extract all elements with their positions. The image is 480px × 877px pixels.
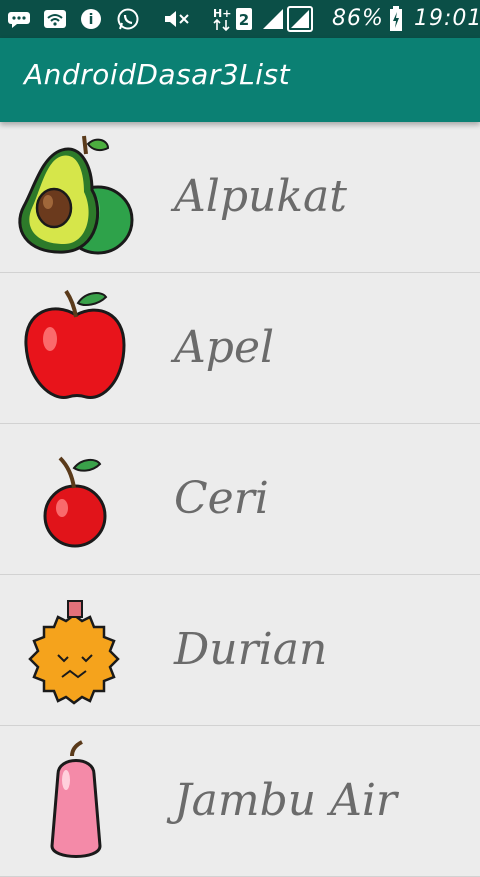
app-title: AndroidDasar3List — [24, 58, 291, 91]
svg-text:i: i — [89, 12, 94, 28]
wifi-icon — [42, 0, 68, 38]
sim2-icon: 2 — [234, 0, 254, 38]
list-item-label: Jambu Air — [174, 775, 397, 826]
mute-icon — [160, 0, 194, 38]
list-item-label: Apel — [174, 322, 275, 373]
list-item[interactable]: Ceri — [0, 424, 480, 575]
messages-icon — [6, 0, 32, 38]
clock: 19:01 — [414, 6, 480, 31]
fruit-list[interactable]: Alpukat Apel Ceri Durian Jambu Air — [0, 122, 480, 877]
list-item[interactable]: Apel — [0, 273, 480, 424]
list-item-label: Ceri — [174, 473, 269, 524]
signal-icon — [260, 0, 286, 38]
battery-percentage: 86% — [332, 6, 384, 31]
durian-icon — [12, 585, 142, 715]
status-bar: i H+ 2 86% 19:01 — [0, 0, 480, 38]
list-item[interactable]: Alpukat — [0, 122, 480, 273]
app-bar: AndroidDasar3List — [0, 38, 480, 122]
network-icon: H+ — [212, 0, 232, 38]
list-item-label: Durian — [174, 624, 328, 675]
signal-icon — [286, 0, 314, 38]
rose-apple-icon — [12, 736, 142, 866]
sim-slot-text: 2 — [239, 11, 249, 29]
list-item[interactable]: Durian — [0, 575, 480, 726]
network-type-text: H+ — [213, 7, 231, 20]
list-item-label: Alpukat — [174, 171, 347, 222]
avocado-icon — [12, 132, 142, 262]
list-item[interactable]: Jambu Air — [0, 726, 480, 877]
whatsapp-icon — [114, 0, 142, 38]
data-saver-icon: i — [78, 0, 104, 38]
cherry-icon — [12, 434, 142, 564]
apple-icon — [12, 283, 142, 413]
battery-charging-icon — [388, 0, 404, 38]
